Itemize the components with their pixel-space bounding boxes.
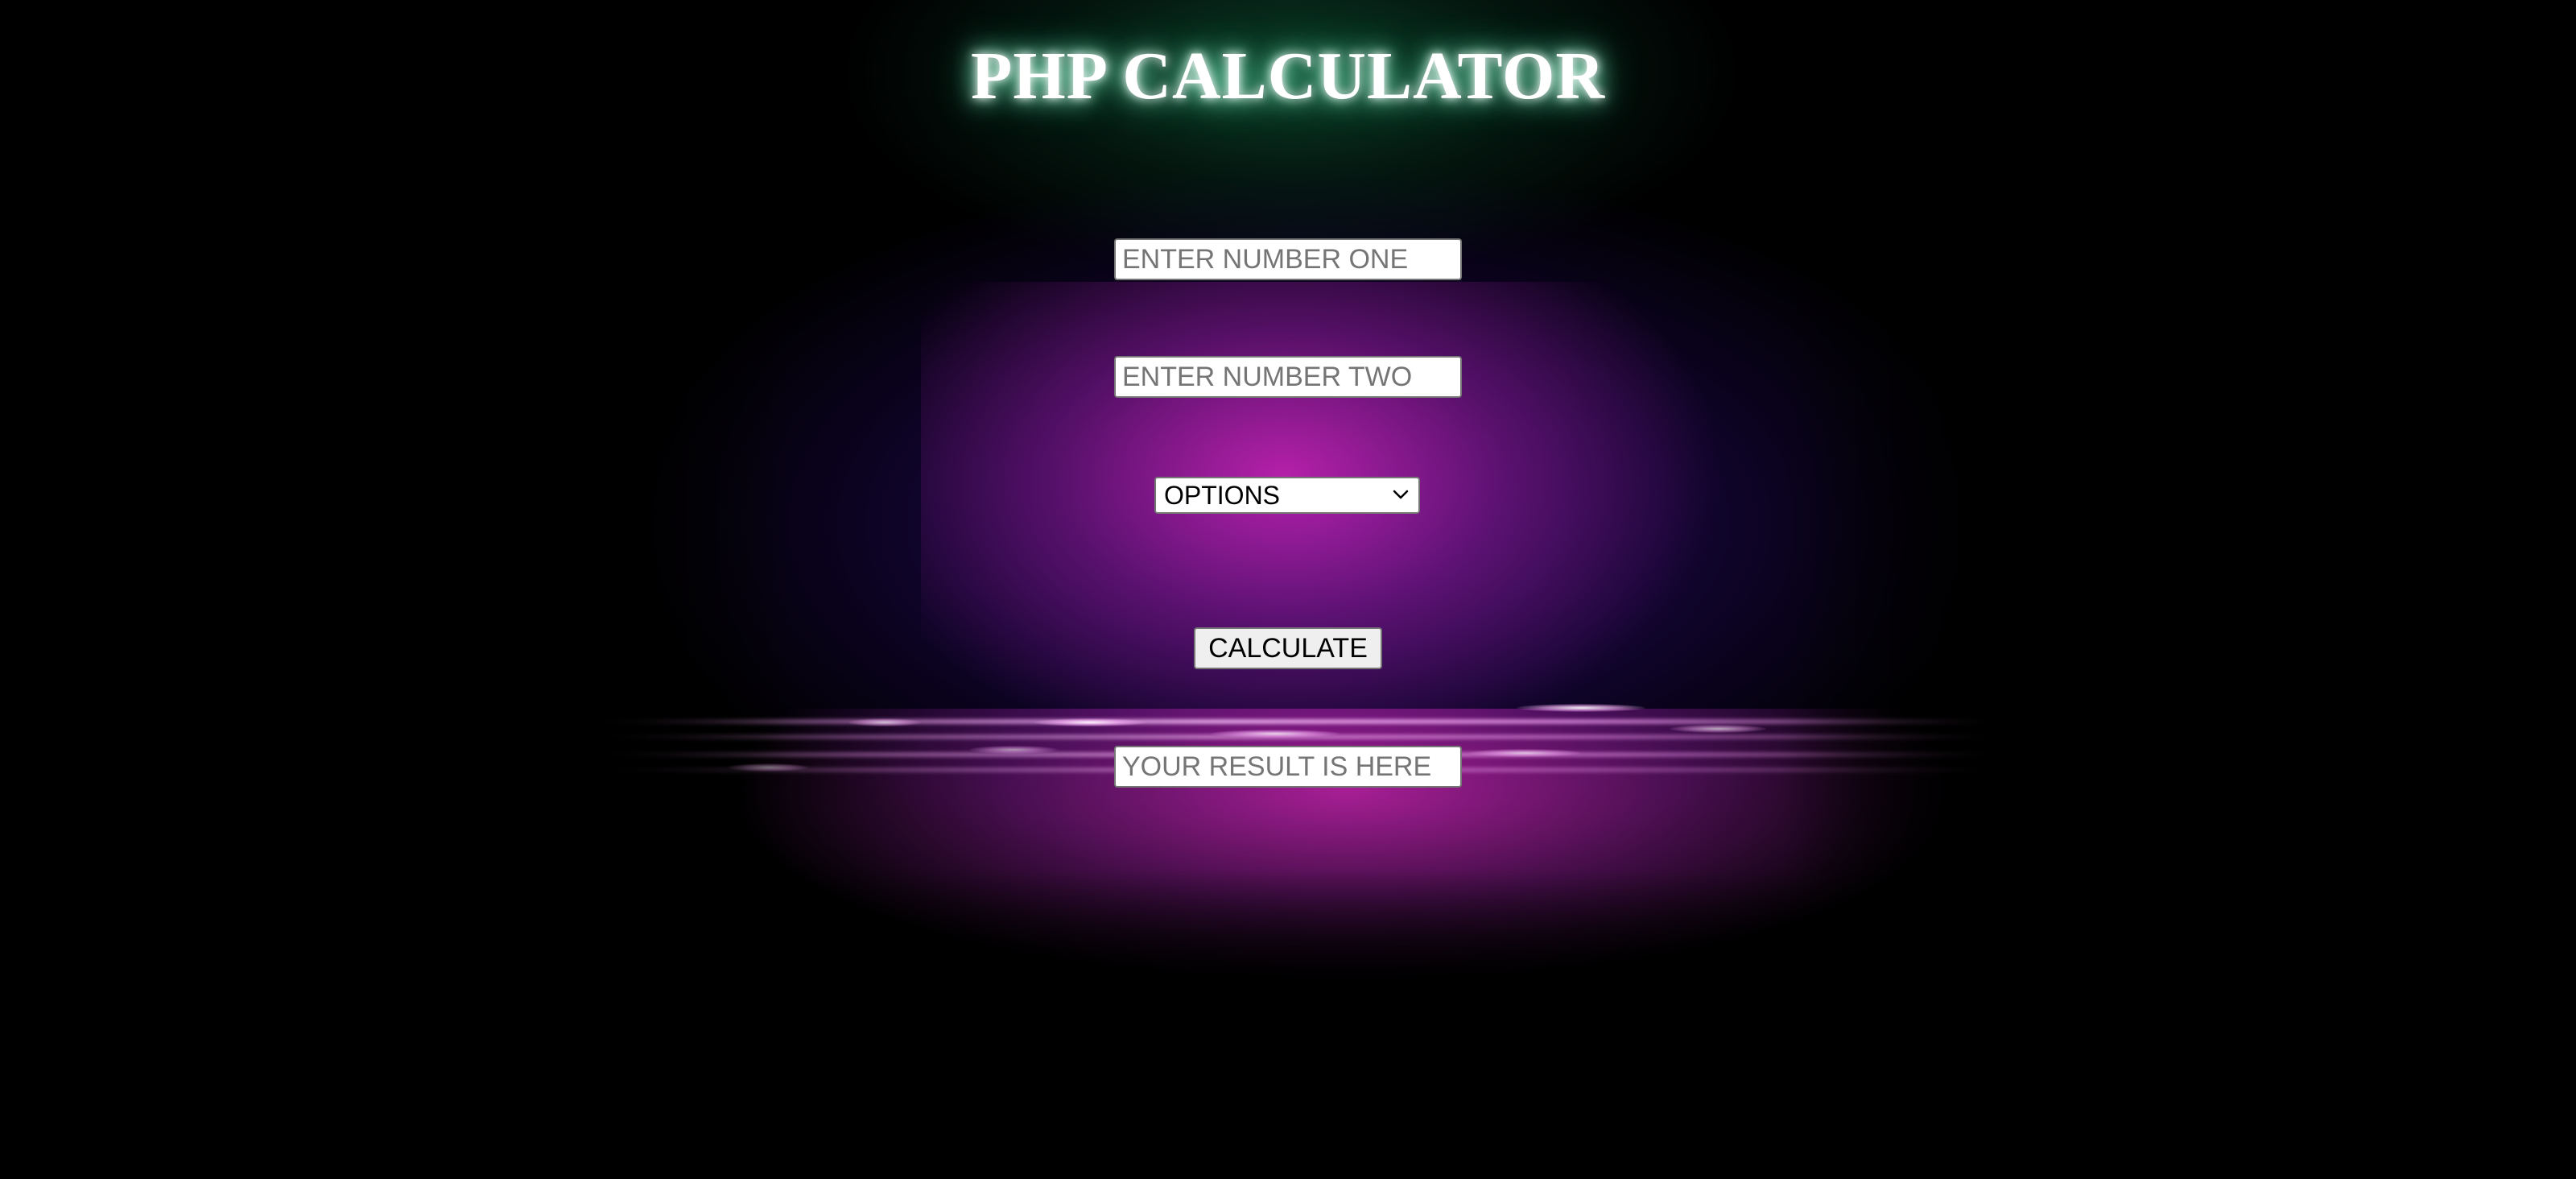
- calculate-button[interactable]: CALCULATE: [1194, 627, 1382, 669]
- number-two-input[interactable]: [1114, 356, 1462, 398]
- operation-select-value: OPTIONS: [1164, 481, 1281, 510]
- number-one-input[interactable]: [1114, 238, 1462, 280]
- chevron-down-icon: [1393, 490, 1409, 499]
- result-field[interactable]: [1114, 746, 1462, 788]
- operation-select[interactable]: OPTIONS: [1154, 477, 1420, 514]
- page-title: PHP CALCULATOR: [971, 39, 1605, 114]
- page: PHP CALCULATOR OPTIONS CALCULATE: [0, 0, 2576, 1179]
